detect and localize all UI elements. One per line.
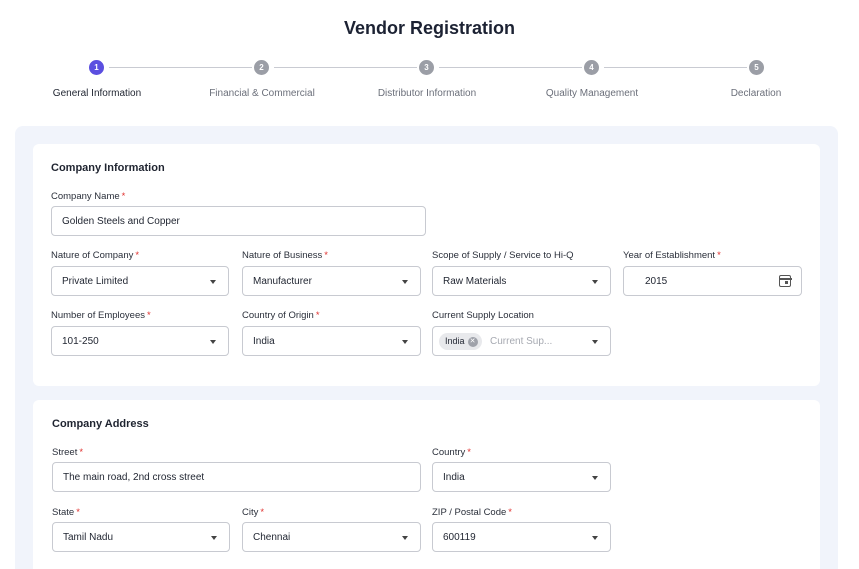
step-3-indicator[interactable]: 3 [419, 60, 434, 75]
city-label: City * [242, 507, 265, 518]
state-label: State * [52, 507, 80, 518]
nature-of-company-select[interactable]: Private Limited [51, 266, 229, 296]
chevron-down-icon [592, 536, 598, 540]
country-of-origin-select[interactable]: India [242, 326, 421, 356]
step-connector [274, 67, 417, 68]
chevron-down-icon [210, 280, 216, 284]
location-chip-label: India [445, 336, 465, 346]
step-1-indicator[interactable]: 1 [89, 60, 104, 75]
current-supply-location-placeholder: Current Sup... [490, 336, 553, 347]
step-2-indicator[interactable]: 2 [254, 60, 269, 75]
zip-select[interactable]: 600119 [432, 522, 611, 552]
nature-of-business-select[interactable]: Manufacturer [242, 266, 421, 296]
company-name-label: Company Name * [51, 191, 126, 202]
page-title: Vendor Registration [343, 18, 516, 38]
year-of-establishment-input[interactable]: 2015 [623, 266, 802, 296]
chevron-down-icon [211, 536, 217, 540]
chevron-down-icon [592, 280, 598, 284]
company-name-input[interactable]: Golden Steels and Copper [51, 206, 426, 236]
country-of-origin-label: Country of Origin * [242, 310, 320, 321]
step-3-label[interactable]: Distributor Information [378, 88, 476, 99]
chevron-down-icon [402, 280, 408, 284]
city-select[interactable]: Chennai [242, 522, 421, 552]
chevron-down-icon [592, 340, 598, 344]
chevron-down-icon [592, 476, 598, 480]
number-of-employees-select[interactable]: 101-250 [51, 326, 229, 356]
state-select[interactable]: Tamil Nadu [52, 522, 230, 552]
number-of-employees-label: Number of Employees * [51, 310, 151, 321]
step-5-label[interactable]: Declaration [731, 88, 782, 99]
street-input[interactable]: The main road, 2nd cross street [52, 462, 421, 492]
current-supply-location-multiselect[interactable]: India ✕ Current Sup... [432, 326, 611, 356]
scope-of-supply-select[interactable]: Raw Materials [432, 266, 611, 296]
scope-of-supply-label: Scope of Supply / Service to Hi-Q [432, 250, 574, 261]
year-of-establishment-label: Year of Establishment * [623, 250, 721, 261]
step-4-indicator[interactable]: 4 [584, 60, 599, 75]
step-2-label[interactable]: Financial & Commercial [209, 88, 315, 99]
step-4-label[interactable]: Quality Management [546, 88, 638, 99]
country-select[interactable]: India [432, 462, 611, 492]
chevron-down-icon [402, 340, 408, 344]
country-label: Country * [432, 447, 471, 458]
company-address-title: Company Address [52, 418, 149, 430]
step-connector [604, 67, 747, 68]
chevron-down-icon [210, 340, 216, 344]
step-connector [109, 67, 252, 68]
street-label: Street * [52, 447, 84, 458]
remove-chip-icon[interactable]: ✕ [467, 336, 478, 347]
zip-label: ZIP / Postal Code * [432, 507, 512, 518]
step-5-indicator[interactable]: 5 [749, 60, 764, 75]
nature-of-company-label: Nature of Company * [51, 250, 140, 261]
step-connector [439, 67, 582, 68]
nature-of-business-label: Nature of Business * [242, 250, 328, 261]
step-1-label[interactable]: General Information [53, 88, 141, 99]
location-chip: India ✕ [439, 333, 482, 350]
company-information-title: Company Information [51, 162, 165, 174]
chevron-down-icon [402, 536, 408, 540]
calendar-icon[interactable] [778, 275, 792, 287]
current-supply-location-label: Current Supply Location [432, 310, 534, 321]
